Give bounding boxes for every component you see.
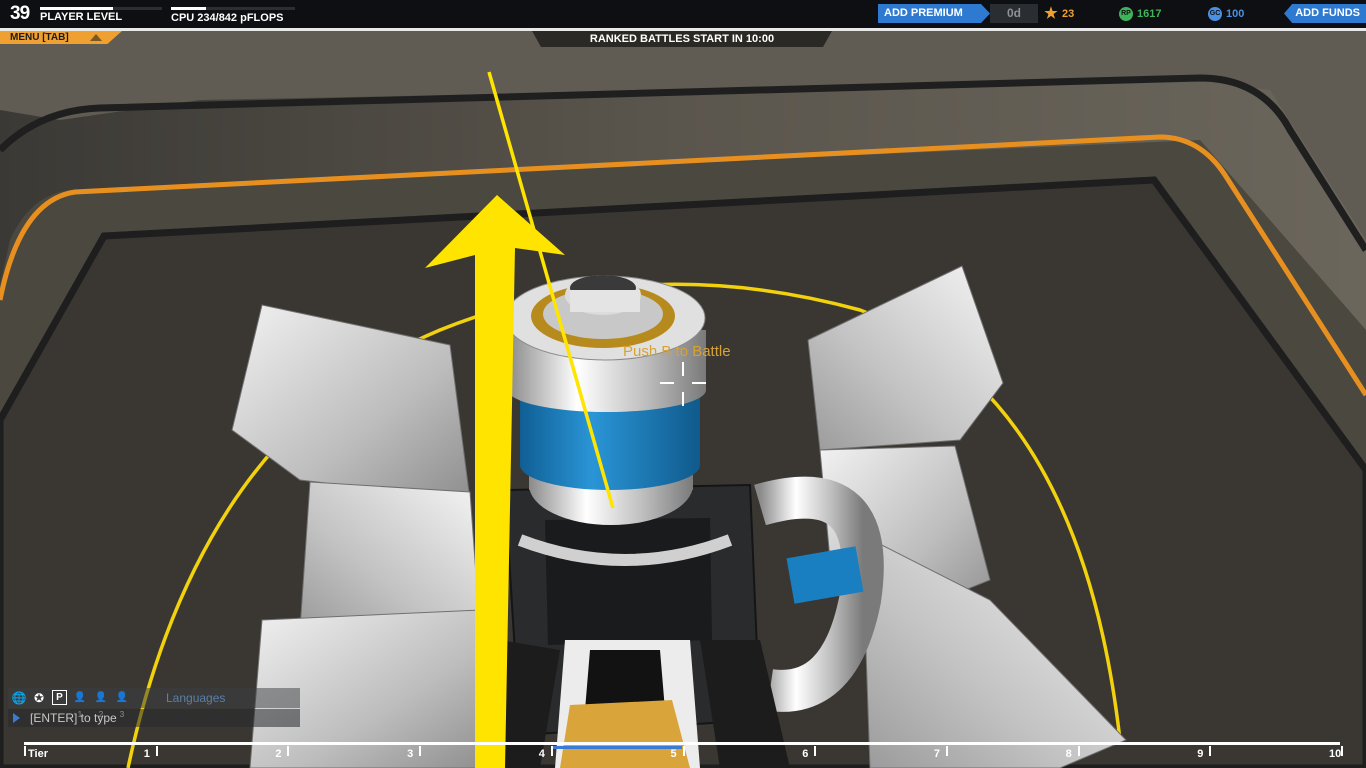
chat-input-placeholder: [ENTER] to type xyxy=(30,711,117,725)
tier-tick-0 xyxy=(24,746,26,756)
tier-tick-1 xyxy=(155,746,158,756)
cpu-label: CPU 234/842 pFLOPS xyxy=(171,12,284,24)
tier-tick-7 xyxy=(945,746,948,756)
premium-days-remaining: 0d xyxy=(990,4,1038,23)
star-icon: ★ xyxy=(1044,5,1058,23)
cpu-progress-fill xyxy=(171,7,206,10)
tier-tick-9 xyxy=(1209,746,1212,756)
menu-arrow-icon xyxy=(90,34,102,41)
user-1-icon[interactable]: 👤1 xyxy=(72,690,88,719)
tier-tick-label-9: 9 xyxy=(1197,748,1204,760)
user-3-icon[interactable]: 👤3 xyxy=(114,690,130,719)
gc-currency[interactable]: GC 100 xyxy=(1208,5,1244,23)
tier-tick-label-4: 4 xyxy=(538,748,545,760)
rp-currency[interactable]: RP 1617 xyxy=(1119,5,1161,23)
player-level-progress-bar xyxy=(40,7,162,10)
menu-button[interactable]: MENU [TAB] xyxy=(0,31,122,44)
tier-tick-label-3: 3 xyxy=(407,748,414,760)
game-viewport[interactable] xyxy=(0,0,1366,768)
tier-tick-10 xyxy=(1341,746,1343,756)
rp-icon: RP xyxy=(1119,7,1133,22)
tier-tick-label-1: 1 xyxy=(143,748,150,760)
chat-input[interactable]: [ENTER] to type xyxy=(8,709,300,727)
add-funds-button[interactable]: ADD FUNDS xyxy=(1284,4,1366,23)
rp-value: 1617 xyxy=(1137,8,1162,20)
tier-tick-2 xyxy=(287,746,290,756)
tier-tick-5 xyxy=(682,746,685,756)
chat-channel-bar: 🌐 ✪ P 👤1 👤2 👤3 Languages xyxy=(8,688,300,719)
tier-tick-4 xyxy=(550,746,553,756)
stars-currency[interactable]: ★ 23 xyxy=(1044,5,1074,23)
stars-value: 23 xyxy=(1062,8,1075,20)
tier-tick-3 xyxy=(419,746,422,756)
tier-tick-label-8: 8 xyxy=(1065,748,1072,760)
globe-icon[interactable]: 🌐 xyxy=(11,690,27,706)
tier-label: Tier xyxy=(28,748,48,760)
tier-progress-bar: Tier 1 2 3 4 5 6 7 8 9 10 xyxy=(22,738,1344,768)
player-level-value: 39 xyxy=(10,3,30,24)
ranked-battles-banner: RANKED BATTLES START IN 10:00 xyxy=(532,31,832,47)
chat-arrow-icon xyxy=(13,713,20,723)
tier-track xyxy=(24,742,1340,745)
tier-tick-8 xyxy=(1077,746,1080,756)
tier-tick-6 xyxy=(814,746,817,756)
party-icon[interactable]: P xyxy=(52,690,67,705)
tier-tick-label-6: 6 xyxy=(802,748,809,760)
accessibility-icon[interactable]: ✪ xyxy=(31,690,47,706)
languages-link[interactable]: Languages xyxy=(166,691,225,705)
menu-label: MENU [TAB] xyxy=(10,32,69,43)
user-2-icon[interactable]: 👤2 xyxy=(93,690,109,719)
player-level-progress-fill xyxy=(40,7,114,10)
tier-progress-fill xyxy=(550,746,683,749)
tier-tick-label-2: 2 xyxy=(275,748,282,760)
tier-tick-label-7: 7 xyxy=(933,748,941,760)
battle-prompt: Push B to Battle xyxy=(623,343,731,360)
tier-tick-label-10: 10 xyxy=(1329,748,1342,760)
gc-icon: GC xyxy=(1208,7,1222,22)
top-divider xyxy=(0,28,1366,31)
add-premium-button[interactable]: ADD PREMIUM xyxy=(878,4,990,23)
player-level-label: PLAYER LEVEL xyxy=(40,11,123,23)
cpu-progress-bar xyxy=(171,7,295,10)
tier-tick-label-5: 5 xyxy=(670,748,677,760)
gc-value: 100 xyxy=(1226,8,1245,20)
